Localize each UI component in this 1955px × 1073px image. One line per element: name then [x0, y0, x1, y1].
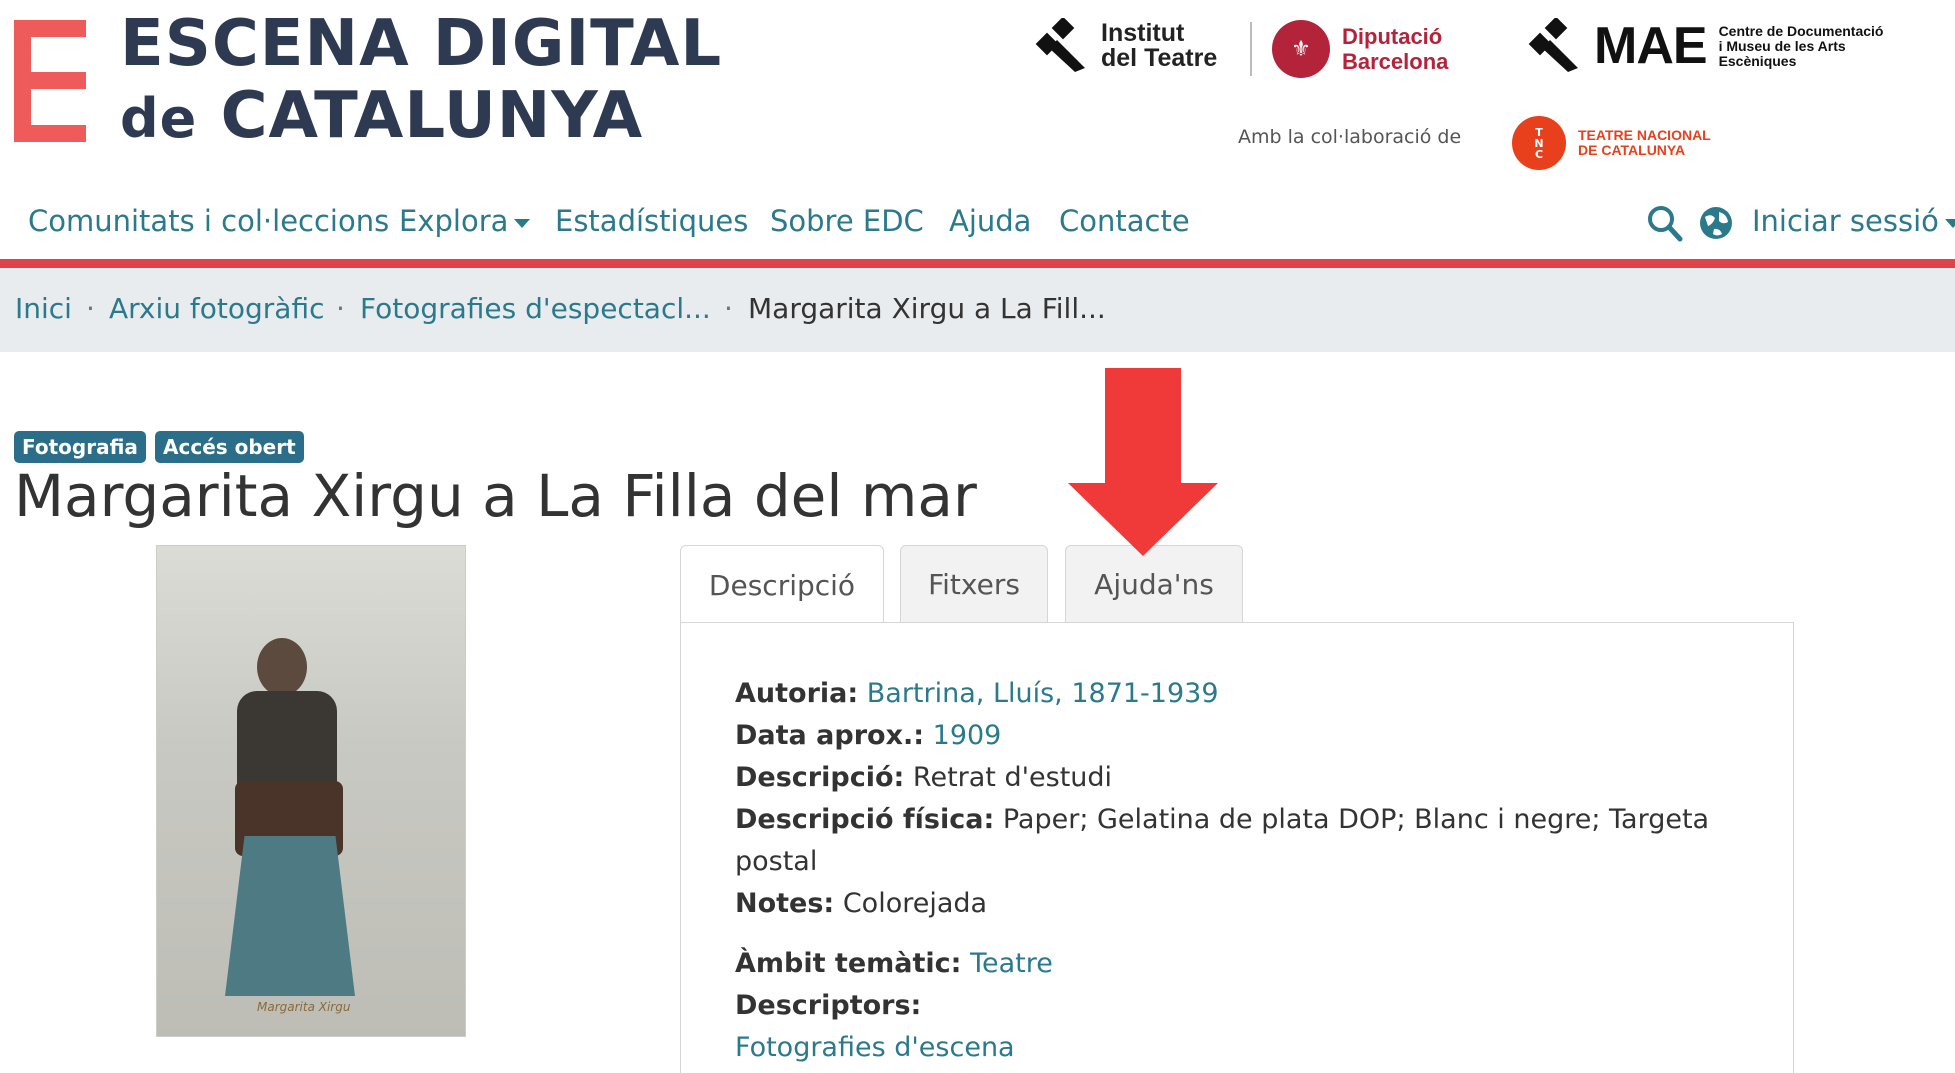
mae-logo[interactable]: MAE Centre de Documentació i Museu de le…: [1528, 16, 1884, 76]
chevron-down-icon: [1944, 218, 1955, 228]
diputacio-seal-icon: ⚜: [1272, 20, 1330, 78]
page-title: Margarita Xirgu a La Filla del mar: [14, 462, 977, 530]
tnc-seal-icon: TNC: [1512, 116, 1566, 170]
chevron-down-icon: [514, 218, 531, 228]
field-author: Autoria: Bartrina, Lluís, 1871-1939: [735, 678, 1219, 709]
access-badge: Accés obert: [155, 431, 304, 463]
item-thumbnail-image[interactable]: Margarita Xirgu: [156, 545, 466, 1037]
photo-caption: Margarita Xirgu: [257, 1000, 351, 1014]
breadcrumb-separator: ·: [724, 292, 733, 325]
breadcrumb-show-photos[interactable]: Fotografies d'espectacl...: [360, 292, 711, 325]
field-notes: Notes: Colorejada: [735, 888, 988, 919]
search-icon[interactable]: [1646, 204, 1684, 244]
field-descriptors: Descriptors:: [735, 990, 922, 1021]
nav-communities-collections[interactable]: Comunitats i col·leccions: [28, 204, 389, 238]
field-date: Data aprox.: 1909: [735, 720, 1002, 751]
breadcrumb-separator: ·: [336, 292, 345, 325]
field-thematic-area: Àmbit temàtic: Teatre: [735, 948, 1053, 979]
descriptor-link[interactable]: Fotografies d'escena: [735, 1032, 1015, 1063]
institut-del-teatre-logo[interactable]: Institut del Teatre: [1035, 18, 1217, 74]
diputacio-barcelona-logo[interactable]: ⚜ Diputació Barcelona: [1272, 20, 1448, 78]
institut-teatre-mark-icon: [1035, 18, 1085, 72]
tab-files[interactable]: Fitxers: [900, 545, 1048, 622]
site-logo-text[interactable]: ESCENA DIGITAL de CATALUNYA: [120, 8, 722, 155]
breadcrumb-separator: ·: [86, 292, 95, 325]
nav-contact[interactable]: Contacte: [1059, 204, 1190, 238]
nav-explore-dropdown[interactable]: Explora: [399, 204, 531, 238]
partner-divider: [1250, 22, 1252, 76]
nav-accent-line: [0, 259, 1955, 268]
field-description: Descripció: Retrat d'estudi: [735, 762, 1113, 793]
date-link[interactable]: 1909: [933, 720, 1002, 751]
breadcrumb: Inici · Arxiu fotogràfic · Fotografies d…: [0, 268, 1955, 352]
breadcrumb-photo-archive[interactable]: Arxiu fotogràfic: [109, 292, 324, 325]
site-logo-e-icon[interactable]: [14, 20, 86, 142]
author-link[interactable]: Bartrina, Lluís, 1871-1939: [867, 678, 1219, 709]
type-badge: Fotografia: [14, 431, 146, 463]
tab-help-us[interactable]: Ajuda'ns: [1065, 545, 1243, 622]
field-physical-description: Descripció física: Paper; Gelatina de pl…: [735, 804, 1710, 835]
tab-description[interactable]: Descripció: [680, 545, 884, 624]
field-descriptors-value: Fotografies d'escena: [735, 1032, 1015, 1063]
nav-about[interactable]: Sobre EDC: [770, 204, 924, 238]
nav-statistics[interactable]: Estadístiques: [555, 204, 748, 238]
breadcrumb-current: Margarita Xirgu a La Fill...: [748, 292, 1106, 325]
site-header: ESCENA DIGITAL de CATALUNYA Institut del…: [0, 0, 1955, 170]
thematic-area-link[interactable]: Teatre: [970, 948, 1053, 979]
field-physical-description-cont: postal: [735, 846, 818, 877]
breadcrumb-home[interactable]: Inici: [15, 292, 72, 325]
mae-mark-icon: [1528, 18, 1578, 72]
description-panel: Autoria: Bartrina, Lluís, 1871-1939 Data…: [680, 622, 1794, 1073]
tnc-logo[interactable]: TNC TEATRE NACIONAL DE CATALUNYA: [1512, 116, 1711, 170]
language-globe-icon[interactable]: [1697, 204, 1735, 242]
nav-help[interactable]: Ajuda: [949, 204, 1031, 238]
main-nav: Comunitats i col·leccions Explora Estadí…: [0, 196, 1955, 260]
annotation-arrow-icon: [1068, 368, 1218, 556]
login-dropdown[interactable]: Iniciar sessió: [1752, 204, 1955, 238]
collaboration-label: Amb la col·laboració de: [1238, 126, 1462, 148]
